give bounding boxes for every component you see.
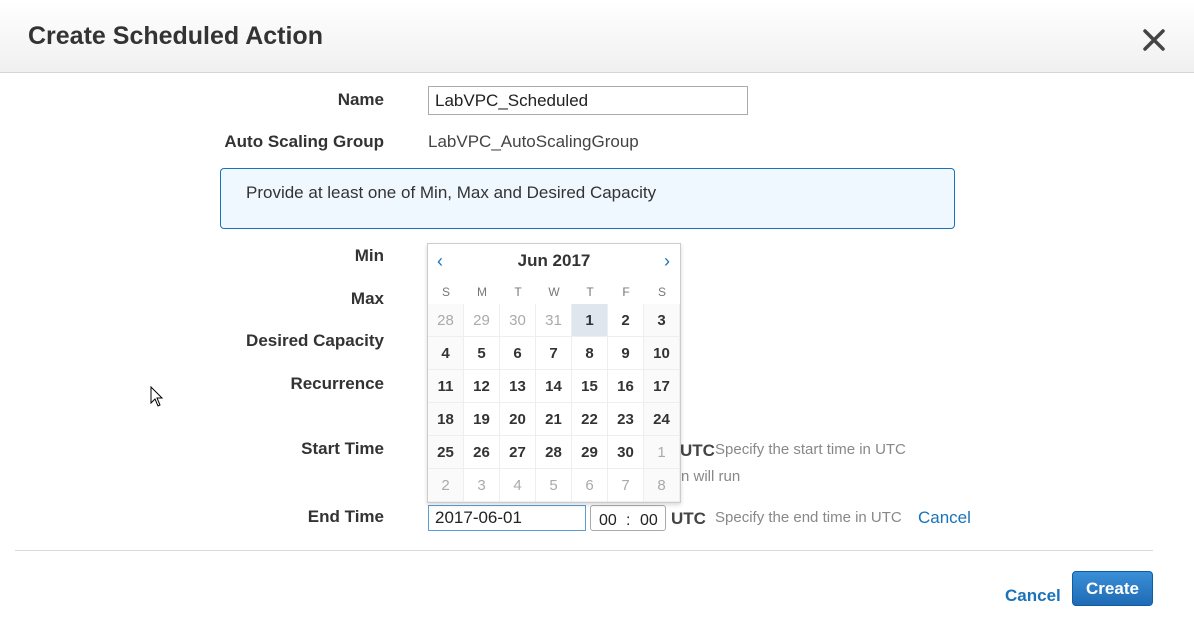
calendar-day[interactable]: 23 — [608, 403, 644, 436]
start-time-label: Start Time — [301, 439, 384, 458]
calendar-day[interactable]: 4 — [428, 337, 464, 370]
calendar-day[interactable]: 31 — [536, 304, 572, 337]
calendar-day[interactable]: 1 — [644, 436, 680, 469]
dialog-title: Create Scheduled Action — [28, 22, 323, 50]
calendar-day[interactable]: 2 — [608, 304, 644, 337]
asg-label: Auto Scaling Group — [224, 132, 384, 151]
calendar-day[interactable]: 27 — [500, 436, 536, 469]
calendar-day[interactable]: 22 — [572, 403, 608, 436]
calendar-day[interactable]: 3 — [644, 304, 680, 337]
calendar-day[interactable]: 11 — [428, 370, 464, 403]
min-label: Min — [354, 246, 384, 265]
calendar-day[interactable]: 4 — [500, 469, 536, 502]
calendar-day[interactable]: 8 — [572, 337, 608, 370]
calendar-day[interactable]: 10 — [644, 337, 680, 370]
calendar-day[interactable]: 12 — [464, 370, 500, 403]
calendar-day[interactable]: 5 — [464, 337, 500, 370]
end-minute[interactable]: 00 — [640, 512, 658, 530]
weekday-header: S — [657, 285, 666, 299]
month-label: Jun 2017 — [517, 251, 591, 270]
weekday-header: T — [514, 285, 522, 299]
footer-divider — [15, 550, 1153, 551]
calendar-day[interactable]: 7 — [536, 337, 572, 370]
calendar-day[interactable]: 29 — [464, 304, 500, 337]
start-time-hint: Specify the start time in UTC — [715, 441, 906, 458]
calendar-day[interactable]: 9 — [608, 337, 644, 370]
calendar-day[interactable]: 7 — [608, 469, 644, 502]
end-time-label: End Time — [307, 507, 384, 526]
date-picker-header: ‹ Jun 2017 › — [428, 244, 680, 278]
calendar-day[interactable]: 6 — [572, 469, 608, 502]
name-label: Name — [337, 90, 384, 109]
weekday-header: T — [586, 285, 594, 299]
dialog-header: Create Scheduled Action — [0, 0, 1194, 73]
calendar-day[interactable]: 18 — [428, 403, 464, 436]
calendar-day[interactable]: 21 — [536, 403, 572, 436]
calendar-day[interactable]: 29 — [572, 436, 608, 469]
calendar-day[interactable]: 26 — [464, 436, 500, 469]
time-separator: : — [626, 512, 631, 529]
calendar-day[interactable]: 13 — [500, 370, 536, 403]
max-label: Max — [350, 289, 384, 308]
end-utc-label: UTC — [671, 509, 706, 528]
recurrence-hint: n will run — [681, 468, 741, 485]
weekday-header: W — [548, 285, 560, 299]
calendar-day[interactable]: 20 — [500, 403, 536, 436]
end-time-cancel-link[interactable]: Cancel — [918, 508, 971, 528]
end-time-input[interactable]: 00 : 00 — [590, 505, 666, 531]
weekday-header: S — [441, 285, 450, 299]
end-hour[interactable]: 00 — [599, 512, 617, 530]
start-utc-label: UTC — [680, 441, 715, 460]
desired-capacity-label: Desired Capacity — [246, 331, 384, 350]
mouse-pointer-icon — [150, 385, 164, 413]
calendar-day[interactable]: 2 — [428, 469, 464, 502]
calendar-day[interactable]: 28 — [536, 436, 572, 469]
calendar-day[interactable]: 14 — [536, 370, 572, 403]
calendar-day[interactable]: 19 — [464, 403, 500, 436]
close-icon[interactable] — [1141, 27, 1167, 53]
calendar-day[interactable]: 8 — [644, 469, 680, 502]
calendar-day[interactable]: 5 — [536, 469, 572, 502]
end-date-input[interactable] — [428, 505, 586, 531]
calendar-day[interactable]: 15 — [572, 370, 608, 403]
calendar-day[interactable]: 6 — [500, 337, 536, 370]
weekday-header: F — [622, 285, 630, 299]
next-month-icon[interactable]: › — [664, 251, 670, 272]
calendar-day-selected[interactable]: 1 — [572, 304, 608, 337]
cancel-button[interactable]: Cancel — [1005, 586, 1061, 606]
name-input[interactable] — [428, 86, 748, 115]
asg-value: LabVPC_AutoScalingGroup — [428, 132, 639, 151]
calendar-day[interactable]: 25 — [428, 436, 464, 469]
end-time-hint: Specify the end time in UTC — [715, 509, 902, 526]
calendar-day[interactable]: 30 — [608, 436, 644, 469]
info-box: Provide at least one of Min, Max and Des… — [220, 168, 955, 229]
calendar-day[interactable]: 28 — [428, 304, 464, 337]
calendar-day[interactable]: 17 — [644, 370, 680, 403]
info-text: Provide at least one of Min, Max and Des… — [246, 183, 657, 202]
calendar-day[interactable]: 30 — [500, 304, 536, 337]
calendar-day[interactable]: 3 — [464, 469, 500, 502]
date-picker: ‹ Jun 2017 › S M T W T F S 28 29 30 31 1 2 3 4 5 6 7 8 9 10 1… — [427, 243, 681, 503]
calendar-day[interactable]: 24 — [644, 403, 680, 436]
calendar-day[interactable]: 16 — [608, 370, 644, 403]
recurrence-label: Recurrence — [290, 374, 384, 393]
create-button[interactable]: Create — [1072, 571, 1153, 606]
weekday-header: M — [477, 285, 487, 299]
